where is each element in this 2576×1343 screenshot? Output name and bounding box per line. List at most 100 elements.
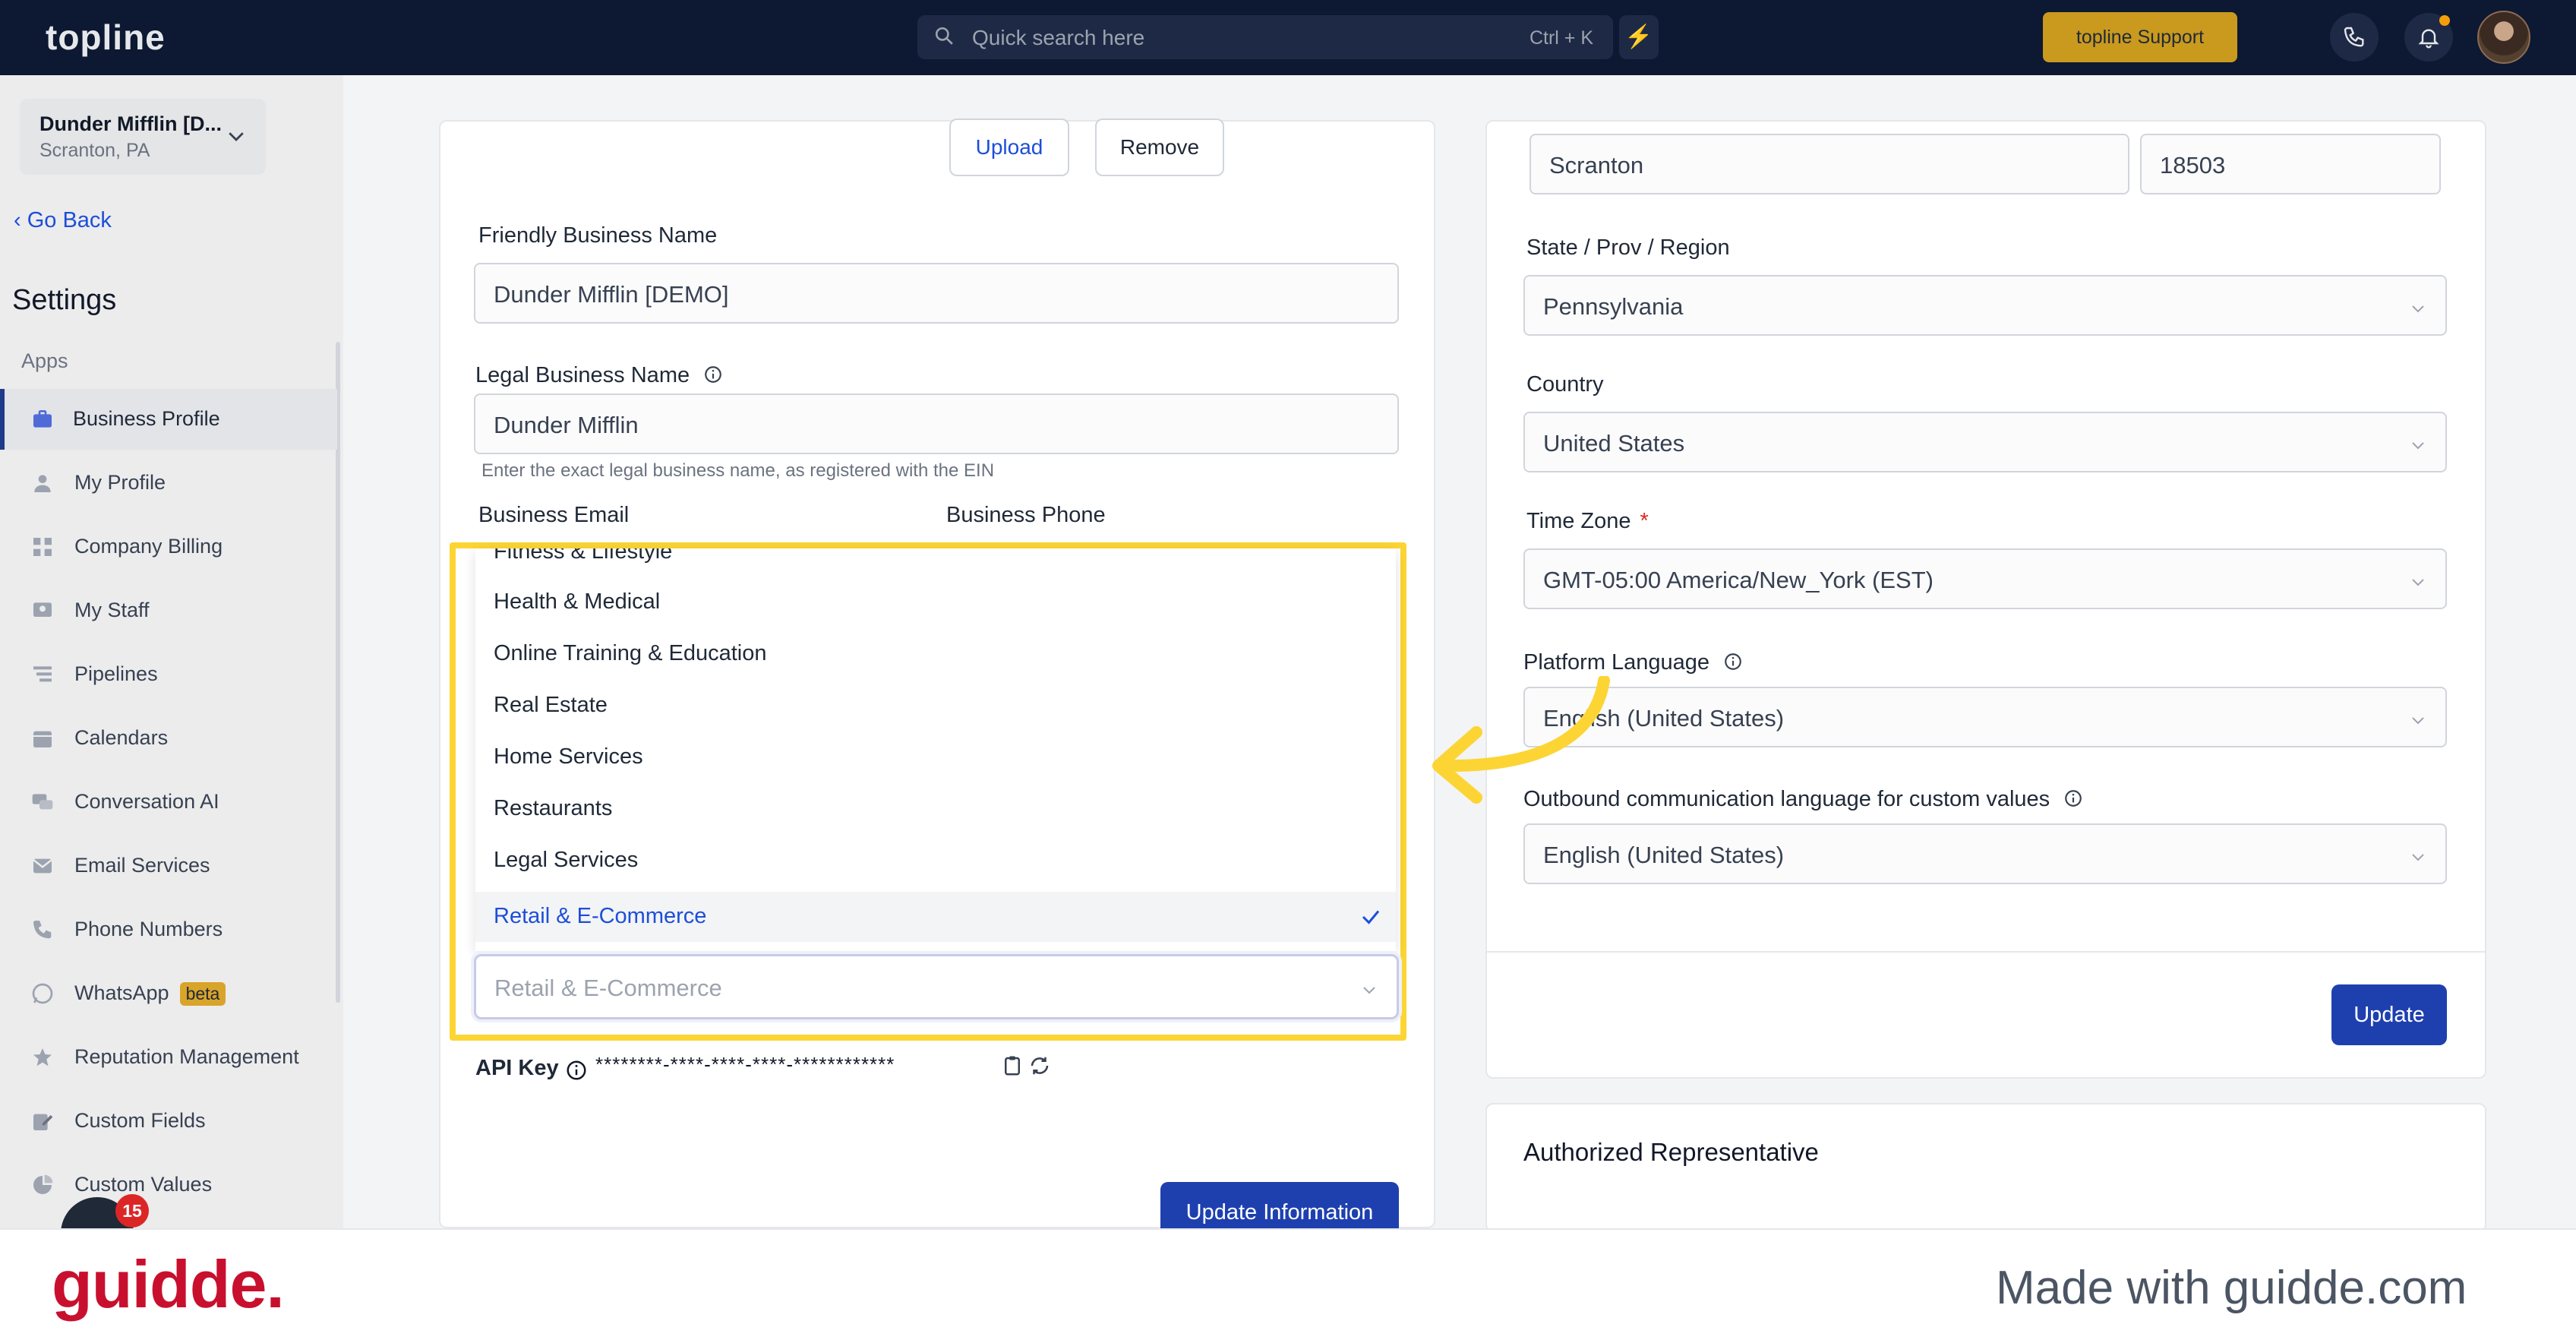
apps-section-label: Apps (21, 349, 68, 372)
sidebar-item-label: My Staff (74, 599, 150, 621)
chevron-down-icon (2412, 442, 2424, 450)
timezone-value: GMT-05:00 America/New_York (EST) (1543, 567, 1934, 593)
industry-dropdown-list[interactable]: Fitness & Lifestyle Health & Medical Onl… (475, 548, 1396, 951)
phone-icon (2344, 27, 2364, 47)
legal-name-label: Legal Business Name (475, 363, 723, 388)
outbound-language-select[interactable]: English (United States) (1523, 823, 2447, 884)
phone-icon (33, 921, 52, 939)
timezone-label: Time Zone * (1526, 509, 1649, 534)
checkmark-icon (1362, 910, 1380, 924)
industry-select[interactable]: Retail & E-Commerce (474, 954, 1399, 1019)
sidebar-item-label: Custom Values (74, 1173, 213, 1196)
sidebar-item-my-staff[interactable]: My Staff (0, 580, 337, 641)
staff-icon (33, 602, 52, 617)
dropdown-option-selected[interactable]: Retail & E-Commerce (475, 892, 1396, 942)
beta-badge: beta (179, 982, 226, 1006)
sidebar-item-whatsapp[interactable]: WhatsApp beta (0, 963, 337, 1024)
pipeline-icon (33, 666, 52, 682)
search-shortcut: Ctrl + K (1529, 27, 1593, 49)
sidebar-item-pipelines[interactable]: Pipelines (0, 644, 337, 705)
business-phone-label: Business Phone (946, 503, 1106, 527)
whatsapp-label: WhatsApp (74, 981, 169, 1004)
sidebar-item-label: Business Profile (73, 407, 220, 430)
panel-divider (1487, 951, 2485, 953)
legal-name-input[interactable]: Dunder Mifflin (474, 393, 1399, 454)
country-select[interactable]: United States (1523, 412, 2447, 472)
industry-select-value: Retail & E-Commerce (494, 975, 722, 1001)
api-key-value: ********-****-****-****-************ (595, 1053, 895, 1076)
grid-icon (33, 538, 52, 556)
dropdown-option[interactable]: Restaurants (475, 784, 1396, 834)
timezone-label-text: Time Zone (1526, 509, 1631, 533)
sidebar-item-label: Reputation Management (74, 1045, 299, 1068)
sidebar-item-calendars[interactable]: Calendars (0, 708, 337, 769)
dropdown-option[interactable]: Health & Medical (475, 577, 1396, 627)
pointer-arrow-icon (1432, 676, 1610, 804)
dropdown-option[interactable]: Home Services (475, 732, 1396, 782)
timezone-select[interactable]: GMT-05:00 America/New_York (EST) (1523, 548, 2447, 609)
sidebar-item-business-profile[interactable]: Business Profile (0, 389, 337, 450)
update-button[interactable]: Update (2331, 984, 2447, 1045)
clipboard-icon[interactable] (1001, 1054, 1024, 1077)
state-label: State / Prov / Region (1526, 235, 1730, 260)
upload-button[interactable]: Upload (949, 118, 1069, 176)
go-back-label: Go Back (27, 208, 112, 232)
platform-language-label: Platform Language (1523, 650, 1743, 675)
chevron-down-icon (2412, 854, 2424, 861)
state-value: Pennsylvania (1543, 293, 1684, 320)
dropdown-option[interactable]: Online Training & Education (475, 629, 1396, 679)
briefcase-icon (33, 410, 52, 428)
sidebar-item-label: Company Billing (74, 535, 223, 558)
search-icon (935, 27, 953, 45)
phone-button[interactable] (2330, 13, 2379, 62)
sidebar-item-company-billing[interactable]: Company Billing (0, 517, 337, 577)
dropdown-option[interactable]: Real Estate (475, 681, 1396, 731)
state-select[interactable]: Pennsylvania (1523, 275, 2447, 336)
settings-title: Settings (12, 284, 117, 316)
sidebar-item-my-profile[interactable]: My Profile (0, 453, 337, 514)
sidebar-item-conversation-ai[interactable]: Conversation AI (0, 772, 337, 833)
country-value: United States (1543, 430, 1685, 457)
zip-input[interactable]: 18503 (2140, 134, 2441, 194)
sidebar-item-reputation-management[interactable]: Reputation Management (0, 1027, 337, 1088)
topline-logo[interactable]: topline (46, 17, 166, 58)
sidebar-item-custom-fields[interactable]: Custom Fields (0, 1091, 337, 1152)
friendly-name-label: Friendly Business Name (478, 223, 718, 248)
lightning-icon[interactable]: ⚡ (1619, 15, 1659, 59)
made-with-text[interactable]: Made with guidde.com (1996, 1261, 2467, 1315)
support-button[interactable]: topline Support (2043, 12, 2237, 62)
sidebar-item-label: Phone Numbers (74, 918, 223, 940)
info-icon (705, 366, 722, 383)
authorized-representative-panel (1485, 1103, 2486, 1232)
guidde-logo[interactable]: guidde. (52, 1246, 285, 1323)
refresh-icon[interactable] (1028, 1054, 1051, 1077)
star-icon (33, 1048, 52, 1066)
sidebar-item-custom-values[interactable]: Custom Values (0, 1155, 337, 1215)
dropdown-option-label: Legal Services (494, 848, 639, 872)
sidebar-item-label: My Profile (74, 471, 166, 494)
platform-language-select[interactable]: English (United States) (1523, 687, 2447, 747)
dropdown-option[interactable]: Legal Services (475, 836, 1396, 886)
legal-name-label-text: Legal Business Name (475, 363, 690, 387)
required-marker: * (1640, 509, 1649, 533)
quick-search-input[interactable]: Quick search here Ctrl + K (917, 15, 1613, 59)
sidebar-item-phone-numbers[interactable]: Phone Numbers (0, 899, 337, 960)
dropdown-option-label: Health & Medical (494, 589, 661, 614)
friendly-name-input[interactable]: Dunder Mifflin [DEMO] (474, 263, 1399, 324)
country-label: Country (1526, 372, 1604, 397)
calendar-icon (33, 731, 52, 747)
dropdown-option-label: Home Services (494, 744, 643, 769)
go-back-link[interactable]: ‹ Go Back (14, 208, 112, 233)
remove-button[interactable]: Remove (1095, 118, 1224, 176)
sidebar-item-label: Email Services (74, 854, 210, 877)
dropdown-option-label: Real Estate (494, 693, 608, 717)
sidebar-item-email-services[interactable]: Email Services (0, 836, 337, 896)
user-avatar[interactable] (2477, 11, 2530, 64)
api-key-label: API Key (475, 1056, 559, 1080)
city-input[interactable]: Scranton (1530, 134, 2129, 194)
search-placeholder: Quick search here (972, 26, 1145, 49)
chevron-down-icon (2412, 717, 2424, 725)
dropdown-option[interactable]: Fitness & Lifestyle (475, 548, 1396, 577)
notification-dot (2439, 15, 2450, 26)
pie-icon (33, 1174, 53, 1194)
